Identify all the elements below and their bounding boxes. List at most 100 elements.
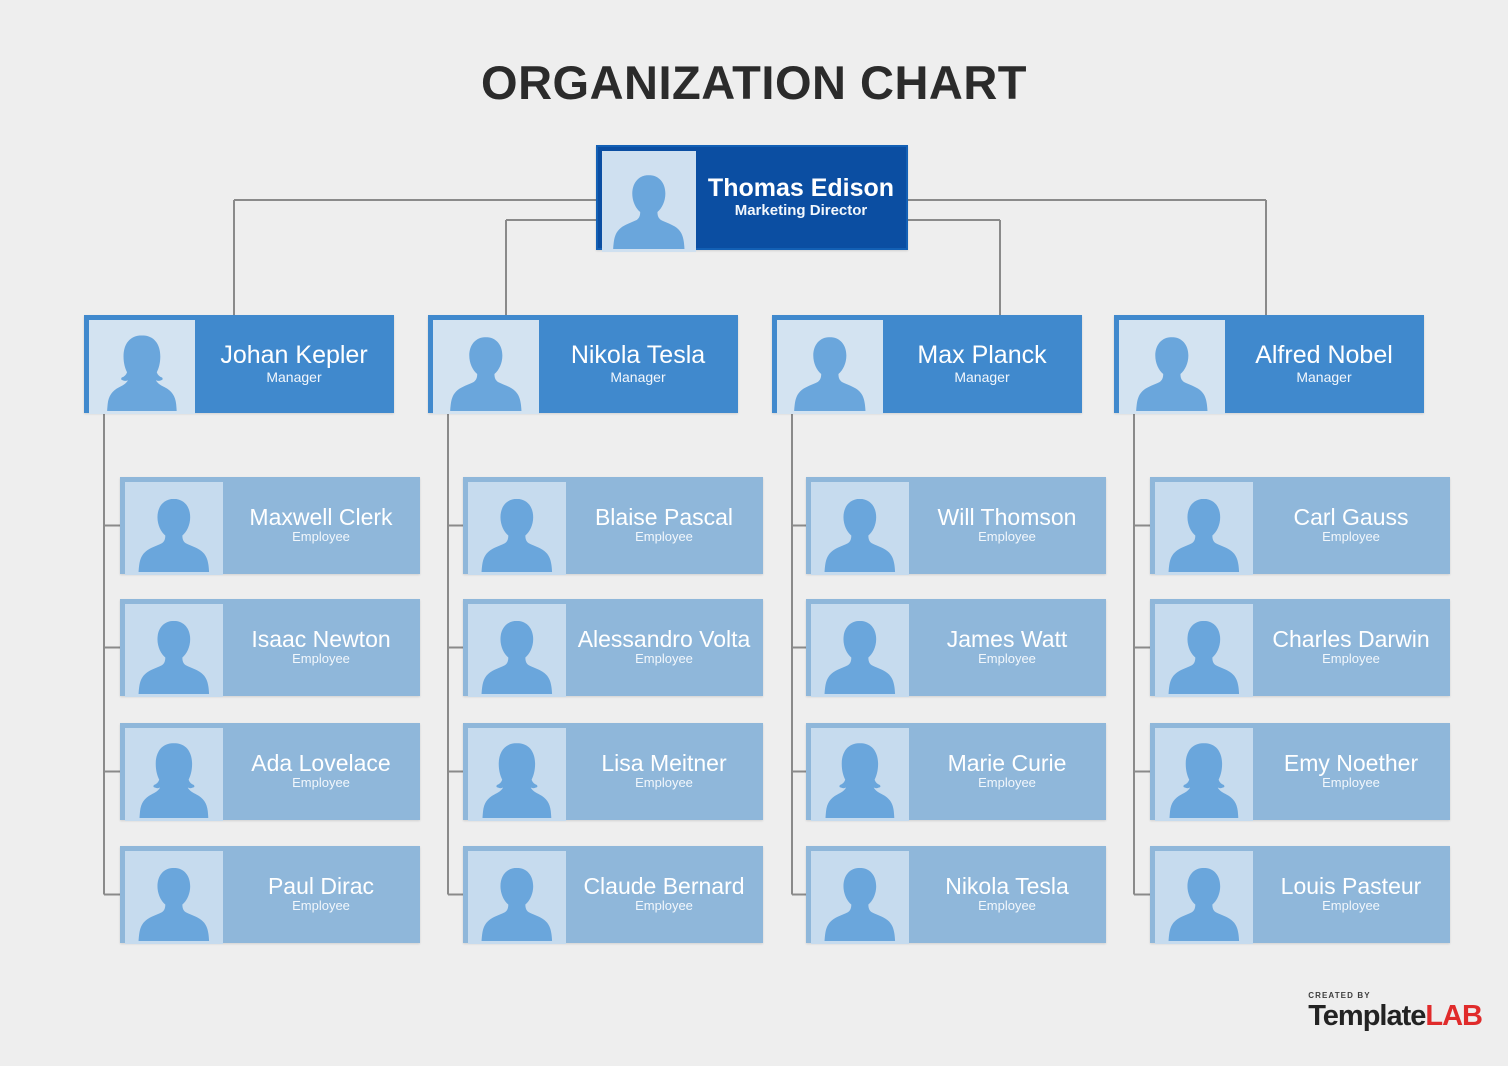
person-name: Max Planck bbox=[917, 340, 1047, 369]
node-employee-1-2[interactable]: Isaac Newton Employee bbox=[120, 599, 420, 697]
person-role: Employee bbox=[292, 898, 350, 914]
node-labels: Nikola Tesla Employee bbox=[909, 847, 1105, 942]
person-role: Employee bbox=[292, 651, 350, 667]
person-name: Will Thomson bbox=[937, 503, 1077, 530]
person-avatar-male-icon bbox=[125, 604, 223, 697]
person-role: Employee bbox=[978, 529, 1036, 545]
node-labels: Claude Bernard Employee bbox=[566, 847, 762, 942]
person-avatar-female-icon bbox=[811, 728, 909, 821]
node-labels: Isaac Newton Employee bbox=[223, 600, 419, 695]
person-name: Maxwell Clerk bbox=[249, 503, 393, 530]
node-labels: Johan Kepler Manager bbox=[195, 316, 393, 412]
node-employee-2-4[interactable]: Claude Bernard Employee bbox=[463, 846, 763, 944]
node-labels: Alfred Nobel Manager bbox=[1225, 316, 1423, 412]
person-avatar-male-icon bbox=[777, 320, 883, 414]
person-avatar-male-icon bbox=[468, 482, 566, 575]
person-role: Employee bbox=[1322, 651, 1380, 667]
person-name: Paul Dirac bbox=[267, 872, 375, 899]
node-manager-3[interactable]: Max Planck Manager bbox=[772, 315, 1082, 414]
logo-brand-accent: LAB bbox=[1425, 1000, 1483, 1032]
person-name: Louis Pasteur bbox=[1280, 872, 1422, 899]
person-avatar-male-icon bbox=[811, 482, 909, 575]
person-name: James Watt bbox=[946, 625, 1068, 652]
person-avatar-male-icon bbox=[1155, 604, 1253, 697]
person-avatar-male-icon bbox=[468, 604, 566, 697]
person-name: Blaise Pascal bbox=[594, 503, 734, 530]
person-role: Employee bbox=[635, 898, 693, 914]
person-role: Employee bbox=[1322, 775, 1380, 791]
person-role: Employee bbox=[1322, 529, 1380, 545]
logo-brand-primary: Template bbox=[1308, 1000, 1426, 1032]
node-labels: Will Thomson Employee bbox=[909, 478, 1105, 573]
node-employee-2-3[interactable]: Lisa Meitner Employee bbox=[463, 723, 763, 821]
person-role: Employee bbox=[978, 651, 1036, 667]
node-labels: Blaise Pascal Employee bbox=[566, 478, 762, 573]
node-employee-2-1[interactable]: Blaise Pascal Employee bbox=[463, 477, 763, 575]
node-labels: Maxwell Clerk Employee bbox=[223, 478, 419, 573]
organization-chart: ORGANIZATION CHART Thomas Edison Marketin… bbox=[0, 0, 1508, 1066]
node-labels: Max Planck Manager bbox=[883, 316, 1081, 412]
person-avatar-female-icon bbox=[125, 728, 223, 821]
person-role: Manager bbox=[1296, 369, 1352, 386]
person-name: Isaac Newton bbox=[251, 625, 391, 652]
person-role: Employee bbox=[978, 775, 1036, 791]
person-name: Marie Curie bbox=[947, 749, 1067, 776]
person-avatar-male-icon bbox=[433, 320, 539, 414]
node-employee-4-2[interactable]: Charles Darwin Employee bbox=[1150, 599, 1450, 697]
person-name: Alessandro Volta bbox=[577, 625, 751, 652]
node-labels: Paul Dirac Employee bbox=[223, 847, 419, 942]
person-avatar-male-icon bbox=[1155, 851, 1253, 944]
node-employee-1-3[interactable]: Ada Lovelace Employee bbox=[120, 723, 420, 821]
node-employee-4-4[interactable]: Louis Pasteur Employee bbox=[1150, 846, 1450, 944]
node-labels: Ada Lovelace Employee bbox=[223, 724, 419, 819]
person-name: Carl Gauss bbox=[1293, 503, 1409, 530]
node-manager-1[interactable]: Johan Kepler Manager bbox=[84, 315, 394, 414]
person-name: Johan Kepler bbox=[220, 340, 368, 369]
node-employee-1-4[interactable]: Paul Dirac Employee bbox=[120, 846, 420, 944]
person-avatar-male-icon bbox=[1155, 482, 1253, 575]
person-role: Employee bbox=[978, 898, 1036, 914]
person-avatar-male-icon bbox=[811, 604, 909, 697]
person-role: Employee bbox=[635, 651, 693, 667]
person-role: Employee bbox=[635, 775, 693, 791]
node-manager-4[interactable]: Alfred Nobel Manager bbox=[1114, 315, 1424, 414]
templatelab-logo: CREATED BY TemplateLAB bbox=[1308, 992, 1483, 1032]
logo-wordmark: TemplateLAB bbox=[1308, 1000, 1483, 1032]
person-avatar-female-icon bbox=[468, 728, 566, 821]
person-role: Employee bbox=[635, 529, 693, 545]
person-role: Manager bbox=[266, 369, 322, 386]
person-avatar-male-icon bbox=[1119, 320, 1225, 414]
node-manager-2[interactable]: Nikola Tesla Manager bbox=[428, 315, 738, 414]
person-name: Emy Noether bbox=[1283, 749, 1419, 776]
node-employee-3-2[interactable]: James Watt Employee bbox=[806, 599, 1106, 697]
node-employee-3-1[interactable]: Will Thomson Employee bbox=[806, 477, 1106, 575]
node-employee-1-1[interactable]: Maxwell Clerk Employee bbox=[120, 477, 420, 575]
person-name: Nikola Tesla bbox=[945, 872, 1069, 899]
node-labels: Marie Curie Employee bbox=[909, 724, 1105, 819]
person-avatar-male-icon bbox=[811, 851, 909, 944]
person-avatar-male-icon bbox=[125, 482, 223, 575]
person-avatar-male-icon bbox=[602, 151, 696, 252]
person-role: Manager bbox=[954, 369, 1010, 386]
node-employee-3-3[interactable]: Marie Curie Employee bbox=[806, 723, 1106, 821]
person-name: Alfred Nobel bbox=[1255, 340, 1393, 369]
node-labels: Nikola Tesla Manager bbox=[539, 316, 737, 412]
person-role: Employee bbox=[1322, 898, 1380, 914]
node-labels: Thomas Edison Marketing Director bbox=[696, 147, 906, 248]
person-role: Employee bbox=[292, 775, 350, 791]
node-labels: Carl Gauss Employee bbox=[1253, 478, 1449, 573]
node-labels: James Watt Employee bbox=[909, 600, 1105, 695]
node-labels: Emy Noether Employee bbox=[1253, 724, 1449, 819]
node-employee-2-2[interactable]: Alessandro Volta Employee bbox=[463, 599, 763, 697]
node-employee-3-4[interactable]: Nikola Tesla Employee bbox=[806, 846, 1106, 944]
person-avatar-female-icon bbox=[1155, 728, 1253, 821]
person-name: Claude Bernard bbox=[583, 872, 745, 899]
page-title: ORGANIZATION CHART bbox=[481, 56, 1027, 109]
person-name: Thomas Edison bbox=[707, 173, 895, 202]
node-labels: Alessandro Volta Employee bbox=[566, 600, 762, 695]
node-director[interactable]: Thomas Edison Marketing Director bbox=[596, 145, 908, 252]
person-name: Nikola Tesla bbox=[570, 340, 706, 369]
node-employee-4-1[interactable]: Carl Gauss Employee bbox=[1150, 477, 1450, 575]
node-labels: Charles Darwin Employee bbox=[1253, 600, 1449, 695]
node-employee-4-3[interactable]: Emy Noether Employee bbox=[1150, 723, 1450, 821]
